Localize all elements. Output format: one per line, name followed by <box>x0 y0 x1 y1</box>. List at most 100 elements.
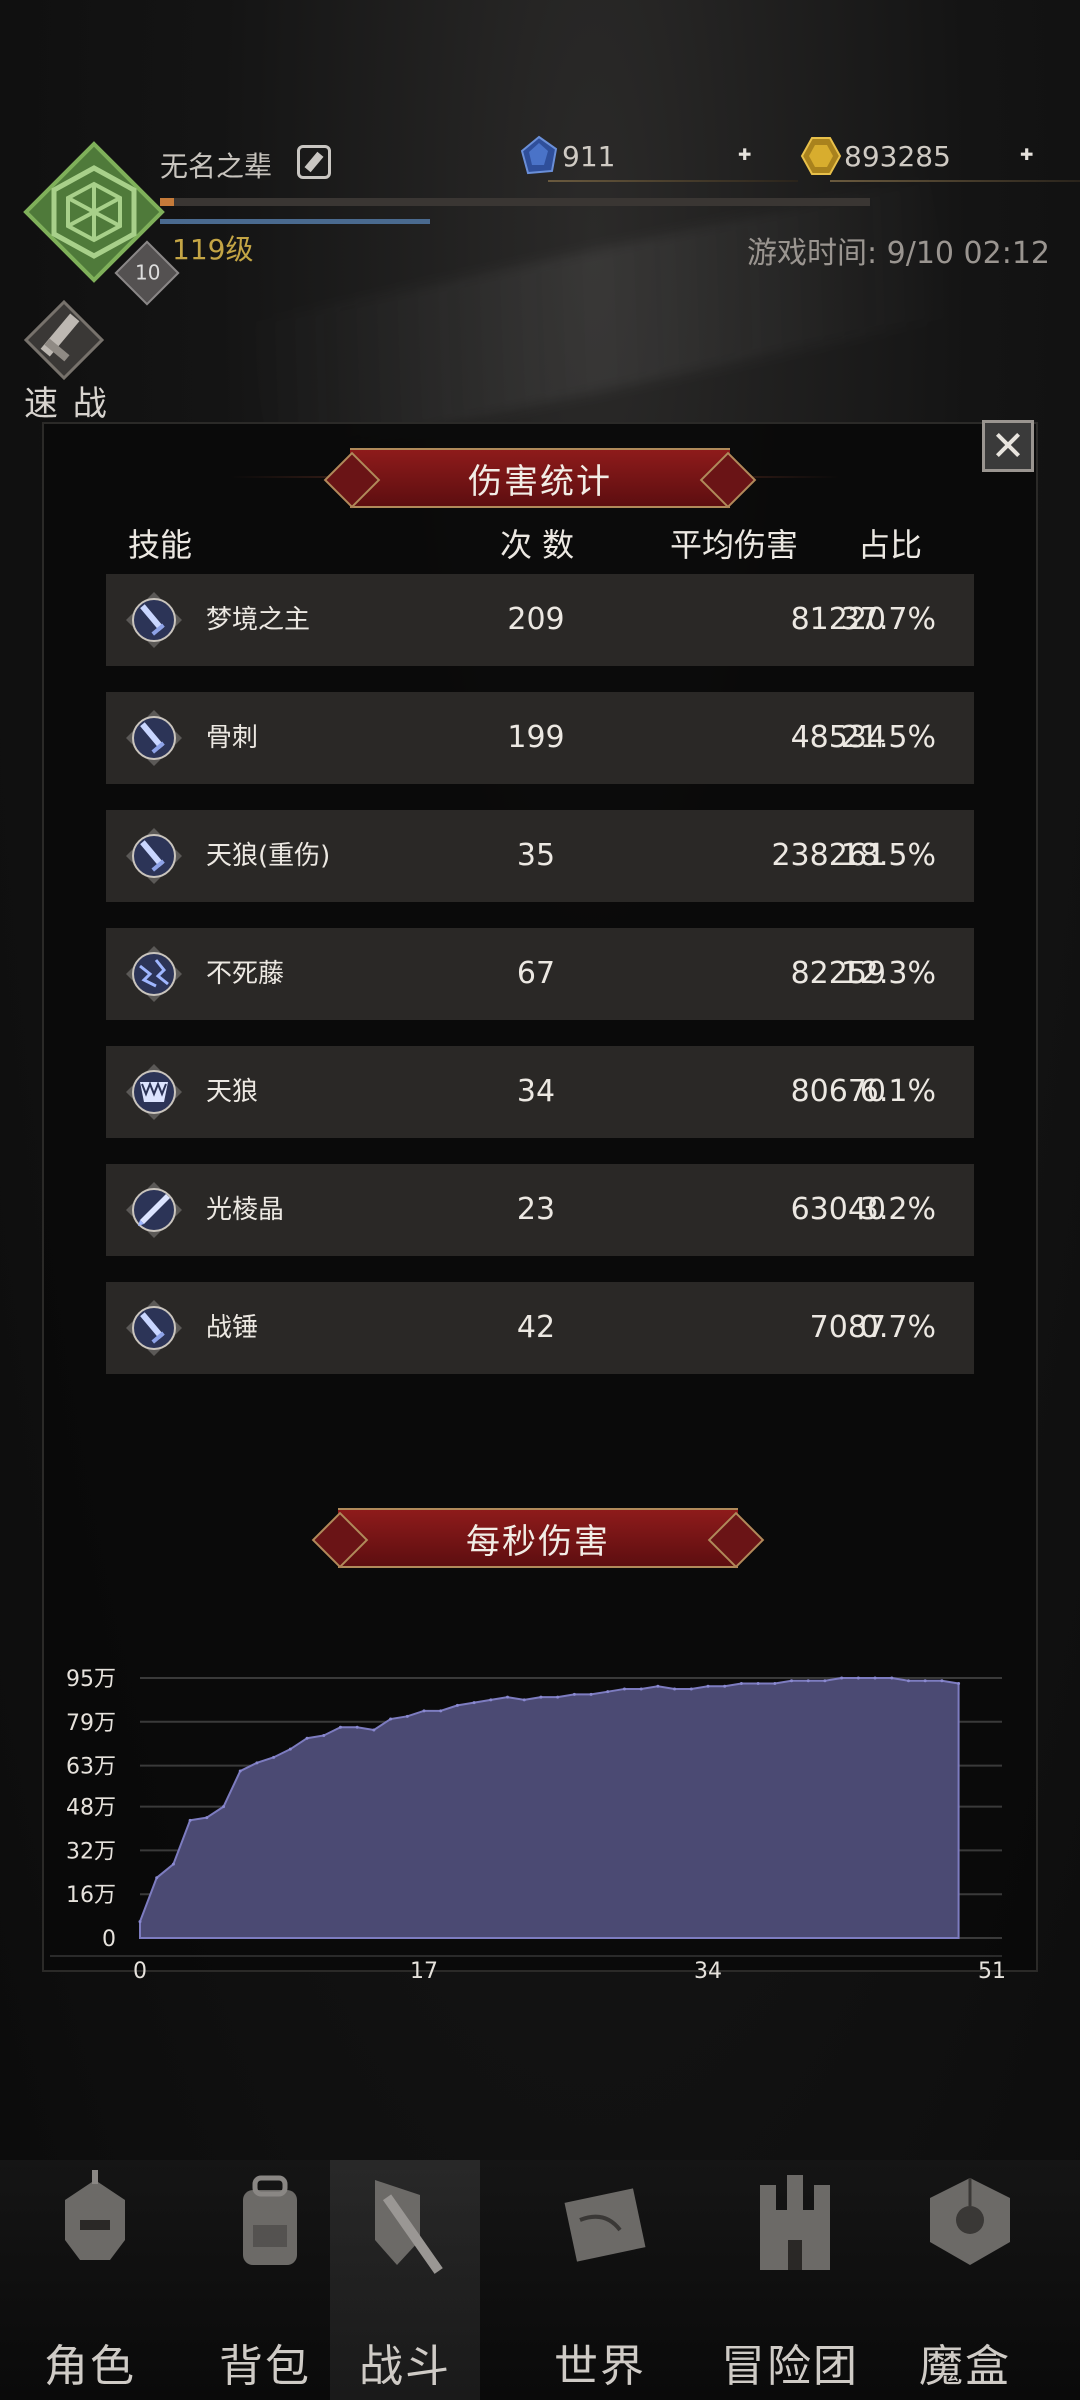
dps-data-point <box>439 1709 443 1713</box>
header-ratio: 占比 <box>858 526 923 564</box>
dps-data-point <box>338 1725 342 1729</box>
skill-count: 199 <box>507 720 565 755</box>
close-button[interactable] <box>982 420 1034 472</box>
header-count: 次 数 <box>500 526 575 564</box>
nav-tab-6[interactable]: 魔盒 <box>890 2160 1040 2400</box>
y-tick-label: 0 <box>102 1927 116 1952</box>
nav-tab-1[interactable]: 角色 <box>15 2160 165 2400</box>
skill-count: 209 <box>507 602 565 637</box>
nav-tab-label: 冒险团 <box>721 2341 859 2392</box>
dps-data-point <box>572 1692 576 1696</box>
gold-underline <box>830 180 1080 182</box>
skill-name: 骨刺 <box>206 723 259 753</box>
skill-row: 战锤 42 7087 0.7% <box>106 1282 974 1374</box>
dps-data-point <box>806 1679 810 1683</box>
gem-underline <box>548 180 798 182</box>
dps-data-point <box>405 1714 409 1718</box>
damage-stats-title: 伤害统计 <box>350 448 730 508</box>
dps-data-point <box>689 1687 693 1691</box>
dps-chart: 0 16万 32万 48万 63万 79万 95万 0 17 34 51 <box>50 1667 1006 1984</box>
dps-data-point <box>472 1701 476 1705</box>
dps-data-point <box>522 1698 526 1702</box>
add-gold-button[interactable]: ✚ <box>1020 134 1033 174</box>
skill-count: 67 <box>516 956 556 991</box>
gold-count: 893285 <box>844 139 951 173</box>
dps-data-point <box>957 1681 961 1685</box>
castle-icon <box>760 2175 830 2270</box>
dps-data-point <box>840 1676 844 1680</box>
quick-battle-icon <box>24 300 104 380</box>
gold-gem-icon <box>800 137 842 175</box>
skill-name: 不死藤 <box>206 959 285 989</box>
dps-data-point <box>639 1687 643 1691</box>
nav-tab-5[interactable]: 冒险团 <box>715 2160 865 2400</box>
map-scroll-icon <box>564 2188 646 2262</box>
gem-currency: 911 <box>518 135 798 182</box>
y-tick-label: 48万 <box>66 1796 116 1821</box>
dps-data-point <box>589 1692 593 1696</box>
xp-bar <box>160 198 870 206</box>
y-tick-label: 32万 <box>66 1839 116 1864</box>
x-tick-label: 17 <box>410 1959 438 1984</box>
bottom-nav: 角色 背包 战斗 世界 冒险团 魔盒 <box>0 2160 1080 2400</box>
skill-name: 天狼(重伤) <box>206 841 331 871</box>
mp-bar <box>160 219 430 224</box>
x-tick-label: 34 <box>694 1959 722 1984</box>
skill-ratio: 6.1% <box>859 1074 936 1109</box>
lightning-vine-icon <box>126 946 182 1002</box>
dps-data-point <box>255 1761 259 1765</box>
dps-data-point <box>923 1679 927 1683</box>
skill-count: 35 <box>516 838 556 873</box>
dps-data-point <box>739 1681 743 1685</box>
skill-count: 23 <box>516 1192 556 1227</box>
dps-data-point <box>272 1755 276 1759</box>
nav-tab-3[interactable]: 战斗 <box>330 2160 480 2400</box>
dps-data-point <box>322 1733 326 1737</box>
skill-row: 天狼 34 80670 6.1% <box>106 1046 974 1138</box>
blue-gem-icon <box>520 135 558 175</box>
fang-icon <box>126 1064 182 1120</box>
dps-data-point <box>773 1681 777 1685</box>
dps-data-point <box>556 1695 560 1699</box>
cube-icon <box>930 2178 1010 2265</box>
dps-data-point <box>288 1747 292 1751</box>
sword-icon <box>126 828 182 884</box>
dps-data-point <box>422 1709 426 1713</box>
player-level: 119级 <box>172 233 254 266</box>
dps-data-point <box>673 1687 677 1691</box>
crystal-blade-icon <box>126 1182 182 1238</box>
helmet-icon <box>65 2170 125 2260</box>
skill-ratio: 18.5% <box>840 838 936 873</box>
dps-data-point <box>506 1695 510 1699</box>
dps-data-point <box>790 1679 794 1683</box>
x-tick-label: 51 <box>978 1959 1006 1984</box>
player-name: 无名之辈 <box>160 150 273 183</box>
dps-data-point <box>372 1728 376 1732</box>
add-gem-button[interactable]: ✚ <box>738 134 751 174</box>
dps-data-point <box>205 1816 209 1820</box>
header-avg: 平均伤害 <box>670 526 799 564</box>
skill-ratio: 37.7% <box>840 602 936 637</box>
nav-tab-label: 战斗 <box>359 2341 451 2392</box>
edit-name-icon[interactable] <box>297 145 331 179</box>
sword-icon <box>126 1300 182 1356</box>
header-skill: 技能 <box>128 526 193 564</box>
xp-bar-fill <box>160 198 175 206</box>
skill-row: 骨刺 199 48534 21.5% <box>106 692 974 784</box>
dps-data-point <box>723 1684 727 1688</box>
quick-battle-button[interactable]: 速 战 <box>14 300 114 424</box>
nav-tab-label: 世界 <box>554 2341 646 2392</box>
skill-ratio: 3.2% <box>859 1192 936 1227</box>
y-tick-label: 95万 <box>66 1667 116 1692</box>
skill-name: 战锤 <box>206 1313 259 1343</box>
dps-data-point <box>188 1818 192 1822</box>
damage-stats-title-text: 伤害统计 <box>468 461 612 502</box>
nav-tab-2[interactable]: 背包 <box>190 2160 340 2400</box>
quick-battle-label: 速 战 <box>24 384 109 424</box>
nav-tab-label: 背包 <box>219 2341 311 2392</box>
sword-icon <box>126 710 182 766</box>
nav-tab-4[interactable]: 世界 <box>525 2160 675 2400</box>
nav-tab-label: 角色 <box>44 2341 136 2392</box>
dps-data-point <box>622 1687 626 1691</box>
skill-name: 梦境之主 <box>206 605 311 635</box>
